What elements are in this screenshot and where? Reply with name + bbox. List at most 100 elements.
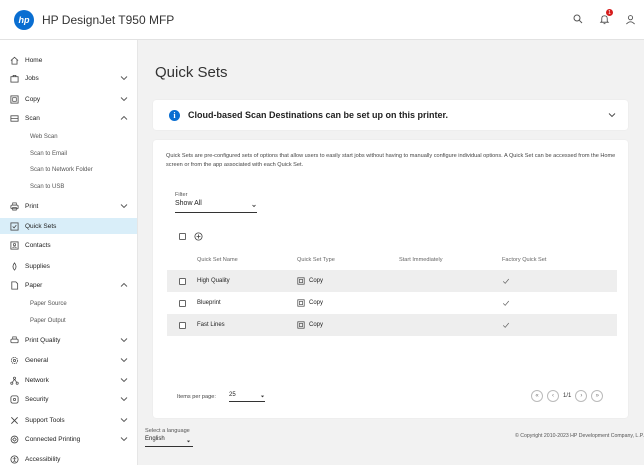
sidebar-subitem-scan-to-email[interactable]: Scan to Email [0, 146, 137, 162]
column-header[interactable]: Factory Quick Set [502, 250, 546, 270]
checkmark-icon [502, 278, 510, 284]
sidebar-subitem-label: Web Scan [30, 134, 58, 140]
chevron-down-icon [120, 76, 128, 81]
sidebar-item-security[interactable]: Security [0, 391, 137, 407]
copy-icon [297, 299, 305, 307]
sidebar-item-copy[interactable]: Copy [0, 91, 137, 107]
sidebar-item-general[interactable]: General [0, 352, 137, 368]
quick-set-type: Copy [309, 278, 324, 284]
previous-page-button[interactable]: ‹ [547, 390, 559, 402]
sidebar-item-label: Network [25, 376, 49, 384]
sidebar-item-label: Print Quality [25, 336, 61, 344]
row-checkbox[interactable] [179, 277, 186, 285]
sidebar-item-home[interactable]: Home [0, 52, 137, 68]
sidebar-subitem-label: Paper Source [30, 301, 67, 307]
sidebar-item-accessibility[interactable]: Accessibility [0, 451, 137, 465]
cloud-icon [10, 435, 19, 444]
items-per-page-select[interactable]: 25 [229, 391, 265, 402]
select-all-checkbox[interactable] [179, 233, 186, 240]
quick-set-name[interactable]: Blueprint [197, 292, 221, 314]
sidebar-item-label: Scan [25, 114, 40, 122]
sidebar-item-label: Copy [25, 95, 41, 103]
user-icon[interactable] [622, 11, 638, 27]
quick-set-name[interactable]: Fast Lines [197, 314, 225, 336]
last-page-button[interactable]: » [591, 390, 604, 402]
row-checkbox[interactable] [179, 321, 186, 329]
hp-logo: hp [14, 9, 34, 30]
quick-set-name[interactable]: High Quality [197, 270, 230, 292]
column-header[interactable]: Quick Set Type [297, 250, 335, 270]
quick-set-type: Copy [309, 322, 324, 328]
sidebar-item-network[interactable]: Network [0, 372, 137, 388]
sidebar-subitem-paper-output[interactable]: Paper Output [0, 313, 137, 329]
quick-sets-icon [10, 221, 19, 231]
sidebar-item-support-tools[interactable]: Support Tools [0, 412, 137, 428]
chevron-down-icon [120, 338, 128, 343]
sidebar-item-label: Contacts [25, 241, 51, 249]
chevron-down-icon[interactable] [608, 111, 616, 119]
chevron-down-icon [120, 397, 128, 402]
tools-icon [10, 416, 19, 425]
page-title: Quick Sets [155, 64, 228, 81]
notifications-button[interactable]: 1 [596, 9, 613, 27]
pagination: « ‹ 1/1 › » [531, 389, 604, 403]
cloud-scan-banner[interactable]: i Cloud-based Scan Destinations can be s… [153, 100, 628, 130]
table-row[interactable]: Blueprint Copy [167, 292, 617, 314]
column-header[interactable]: Quick Set Name [197, 250, 238, 270]
sidebar-item-label: Accessibility [25, 455, 61, 463]
table-row[interactable]: High Quality Copy [167, 270, 617, 292]
dropdown-arrow-icon [186, 440, 191, 443]
copy-icon [297, 277, 305, 285]
language-value: English [145, 436, 165, 442]
first-page-button[interactable]: « [531, 390, 543, 402]
sidebar-item-paper[interactable]: Paper [0, 277, 137, 293]
sidebar-item-contacts[interactable]: Contacts [0, 237, 137, 253]
notification-badge: 1 [606, 9, 613, 16]
items-per-page-value: 25 [229, 392, 236, 398]
top-bar: hp HP DesignJet T950 MFP 1 [0, 0, 644, 40]
sidebar-subitem-scan-to-usb[interactable]: Scan to USB [0, 179, 137, 195]
sidebar-subitem-paper-source[interactable]: Paper Source [0, 296, 137, 312]
sidebar-item-label: Support Tools [25, 416, 65, 424]
search-icon[interactable] [570, 11, 586, 27]
sidebar-item-quick-sets[interactable]: Quick Sets [0, 218, 137, 234]
table-header: Quick Set Name Quick Set Type Start Imme… [167, 250, 617, 270]
sidebar-item-print-quality[interactable]: Print Quality [0, 332, 137, 348]
sidebar-subitem-web-scan[interactable]: Web Scan [0, 129, 137, 145]
language-select[interactable]: English [145, 436, 193, 447]
sidebar-item-jobs[interactable]: Jobs [0, 70, 137, 86]
sidebar-item-label: General [25, 356, 49, 364]
sidebar-nav: Home Jobs Copy Scan Web Scan Scan to Ema… [0, 40, 138, 465]
network-icon [10, 376, 19, 385]
sidebar-subitem-scan-to-network-folder[interactable]: Scan to Network Folder [0, 162, 137, 178]
chevron-down-icon [120, 97, 128, 102]
sidebar-item-print[interactable]: Print [0, 198, 137, 214]
row-checkbox[interactable] [179, 299, 186, 307]
copy-icon [10, 94, 19, 104]
chevron-down-icon [120, 204, 128, 209]
add-icon[interactable] [194, 232, 203, 241]
sidebar-item-label: Quick Sets [25, 222, 57, 230]
sidebar-item-label: Security [25, 395, 49, 403]
filter-select[interactable]: Show All [175, 200, 257, 213]
banner-text: Cloud-based Scan Destinations can be set… [188, 110, 449, 120]
gear-icon [10, 356, 19, 365]
checkmark-icon [502, 300, 510, 306]
chevron-up-icon [120, 115, 128, 120]
info-icon: i [169, 109, 180, 121]
sidebar-item-label: Jobs [25, 74, 39, 82]
contacts-icon [10, 240, 19, 250]
checkmark-icon [502, 322, 510, 328]
sidebar-item-supplies[interactable]: Supplies [0, 258, 137, 274]
print-icon [10, 202, 19, 211]
table-row[interactable]: Fast Lines Copy [167, 314, 617, 336]
sidebar-item-scan[interactable]: Scan [0, 110, 137, 126]
description-text: Quick Sets are pre-configured sets of op… [166, 153, 616, 168]
sidebar-item-connected-printing[interactable]: Connected Printing [0, 431, 137, 447]
chevron-down-icon [120, 358, 128, 363]
next-page-button[interactable]: › [575, 390, 588, 402]
copy-icon [297, 321, 305, 329]
column-header[interactable]: Start Immediately [399, 250, 443, 270]
filter-value: Show All [175, 200, 202, 207]
jobs-icon [10, 74, 19, 83]
